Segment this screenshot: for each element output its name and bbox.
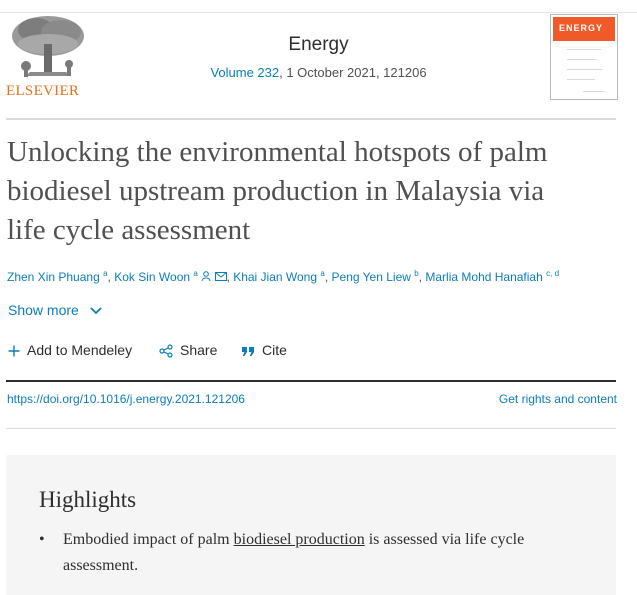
article-title: Unlocking the environmental hotspots of … xyxy=(7,136,548,246)
rights-link[interactable]: Get rights and content xyxy=(499,392,617,406)
quote-icon xyxy=(242,346,254,356)
cite-label: Cite xyxy=(262,342,287,358)
share-button[interactable]: Share xyxy=(159,342,217,358)
bullet: • xyxy=(39,531,45,548)
author-separator: , xyxy=(324,270,332,284)
highlight-text-part: Embodied impact of palm xyxy=(63,531,234,548)
journal-cover[interactable]: ENERGY xyxy=(550,14,618,100)
show-more-button[interactable]: Show more xyxy=(8,302,103,318)
cover-title: ENERGY xyxy=(559,23,604,33)
actions-divider xyxy=(6,380,616,382)
header-divider xyxy=(6,118,616,120)
cover-line xyxy=(567,69,603,70)
publisher-name: ELSEVIER xyxy=(6,83,80,99)
highlights-section: Highlights • Embodied impact of palm bio… xyxy=(6,455,616,595)
author-affiliation: c, d xyxy=(546,269,560,278)
issue-info: Volume 232, 1 October 2021, 121206 xyxy=(0,65,637,80)
top-border xyxy=(0,12,637,13)
author-link[interactable]: Zhen Xin Phuang a xyxy=(7,269,108,284)
journal-link[interactable]: Energy xyxy=(288,34,348,56)
envelope-icon xyxy=(214,272,227,281)
volume-link[interactable]: Volume 232 xyxy=(210,65,279,80)
add-to-mendeley-button[interactable]: Add to Mendeley xyxy=(8,342,132,358)
author-link[interactable]: Khai Jian Wong a xyxy=(233,269,325,284)
share-icon xyxy=(159,344,173,358)
cover-line xyxy=(583,91,605,92)
cover-line xyxy=(567,49,601,50)
author-name: Kok Sin Woon xyxy=(114,270,191,284)
author-name: Peng Yen Liew xyxy=(331,270,411,284)
add-to-mendeley-label: Add to Mendeley xyxy=(27,342,133,358)
plus-icon xyxy=(8,345,20,357)
cover-line xyxy=(567,59,597,60)
links-divider xyxy=(6,428,616,429)
topic-link[interactable]: biodiesel production xyxy=(234,531,365,548)
person-icon xyxy=(201,271,211,282)
share-label: Share xyxy=(180,342,218,358)
cover-line xyxy=(567,79,595,80)
author-link[interactable]: Kok Sin Woon a xyxy=(114,269,227,284)
issue-details: , 1 October 2021, 121206 xyxy=(279,65,427,80)
highlights-heading: Highlights xyxy=(39,487,137,512)
highlight-text: Embodied impact of palm biodiesel produc… xyxy=(63,527,583,579)
author-link[interactable]: Marlia Mohd Hanafiah c, d xyxy=(425,269,560,284)
chevron-down-icon xyxy=(90,307,102,315)
show-more-label: Show more xyxy=(8,302,79,318)
author-link[interactable]: Peng Yen Liew b xyxy=(331,269,419,284)
author-affiliation: a xyxy=(193,269,198,278)
journal-title[interactable]: Energy xyxy=(0,34,637,56)
cite-button[interactable]: Cite xyxy=(241,342,287,358)
author-name: Zhen Xin Phuang xyxy=(7,270,100,284)
author-name: Khai Jian Wong xyxy=(233,270,318,284)
author-name: Marlia Mohd Hanafiah xyxy=(425,270,543,284)
author-list: Zhen Xin Phuang a, Kok Sin Woon a , Khai… xyxy=(7,269,559,284)
doi-link[interactable]: https://doi.org/10.1016/j.energy.2021.12… xyxy=(7,392,245,406)
